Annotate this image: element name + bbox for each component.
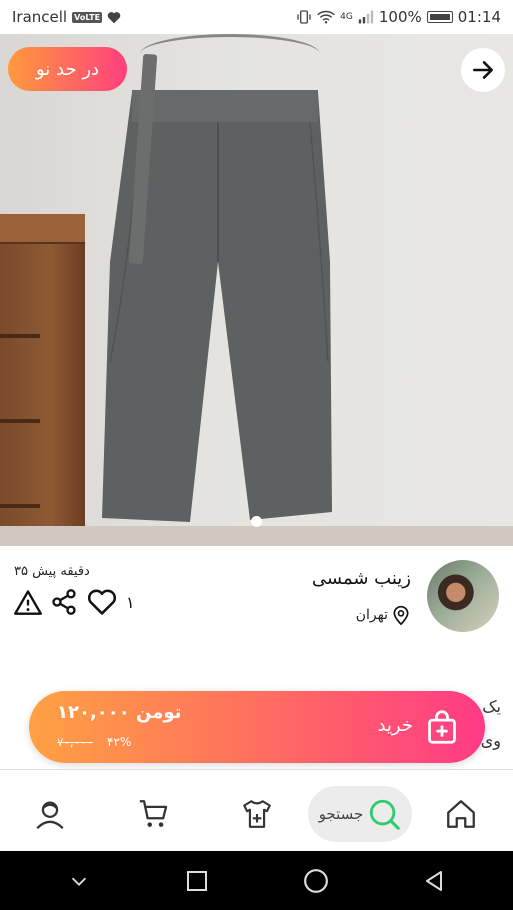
status-bar: Irancell VoLTE 4G 100% 01:14 <box>0 0 513 34</box>
buy-label: خرید <box>377 715 413 736</box>
price-details: ۷۰,۰۰۰ ۴۲% <box>57 735 131 749</box>
status-right: 4G 100% 01:14 <box>296 8 501 26</box>
arrow-right-icon <box>473 61 493 79</box>
sys-recents-button[interactable] <box>177 861 217 901</box>
like-icon[interactable] <box>86 588 118 616</box>
seller-location: تهران <box>356 604 411 626</box>
posted-time: ۳۵ دقیقه پیش <box>14 564 90 579</box>
back-triangle-icon <box>425 870 442 891</box>
nav-cart[interactable] <box>134 794 174 834</box>
add-product-icon <box>243 800 271 828</box>
carrier-name: Irancell <box>12 8 68 26</box>
like-count: ۱ <box>126 592 135 612</box>
original-price: ۷۰,۰۰۰ <box>57 735 94 749</box>
home-icon <box>447 800 475 828</box>
wifi-icon <box>317 10 335 24</box>
home-circle-icon <box>303 868 328 893</box>
product-image[interactable]: در حد نو <box>0 34 513 546</box>
price: ۱۲۰,۰۰۰ تومن <box>57 702 182 723</box>
cabinet-drawer <box>0 419 40 423</box>
vibrate-icon <box>297 10 311 24</box>
sys-back-button[interactable] <box>414 861 454 901</box>
sys-home-button[interactable] <box>296 861 336 901</box>
shopping-bag-plus-icon <box>428 710 456 744</box>
cabinet-bg <box>0 214 85 546</box>
network-type: 4G <box>340 12 353 22</box>
profile-icon <box>36 801 64 829</box>
search-label: جستجو <box>318 805 364 823</box>
volte-badge: VoLTE <box>72 11 103 23</box>
nav-search[interactable]: جستجو <box>308 786 412 842</box>
buy-button[interactable]: ۱۲۰,۰۰۰ تومن ۷۰,۰۰۰ ۴۲% خرید <box>29 691 485 763</box>
battery-percent: 100% <box>378 8 422 26</box>
carousel-indicator <box>251 516 262 527</box>
pants-illustration <box>102 90 332 522</box>
system-nav <box>0 851 513 910</box>
seller-section: زینب شمسی تهران ۳۵ دقیقه پیش ۱ <box>0 546 513 646</box>
location-pin-icon <box>393 605 409 626</box>
search-icon <box>370 799 401 830</box>
condition-badge: در حد نو <box>8 47 128 91</box>
heart-status-icon <box>107 11 121 23</box>
chevron-down-icon <box>72 877 87 886</box>
discount-percent: ۴۲% <box>107 735 132 749</box>
cabinet-drawer <box>0 504 40 508</box>
clock: 01:14 <box>457 8 501 26</box>
floor-bg <box>0 526 513 546</box>
back-button[interactable] <box>461 48 505 92</box>
action-icons: ۱ <box>14 588 135 616</box>
cabinet-drawer <box>0 334 40 338</box>
nav-home[interactable] <box>441 794 481 834</box>
sys-collapse-button[interactable] <box>59 861 99 901</box>
share-icon[interactable] <box>50 588 78 616</box>
signal-icon <box>358 10 374 24</box>
battery-icon <box>426 11 453 23</box>
cart-icon <box>139 800 168 827</box>
recents-square-icon <box>187 870 208 891</box>
nav-add-product[interactable] <box>237 794 277 834</box>
nav-profile[interactable] <box>30 794 70 834</box>
location-text: تهران <box>355 607 388 623</box>
seller-name[interactable]: زینب شمسی <box>312 568 411 589</box>
seller-avatar[interactable] <box>427 560 499 632</box>
status-left: Irancell VoLTE <box>12 8 121 26</box>
bottom-nav: جستجو <box>0 769 513 851</box>
report-icon[interactable] <box>14 589 42 615</box>
